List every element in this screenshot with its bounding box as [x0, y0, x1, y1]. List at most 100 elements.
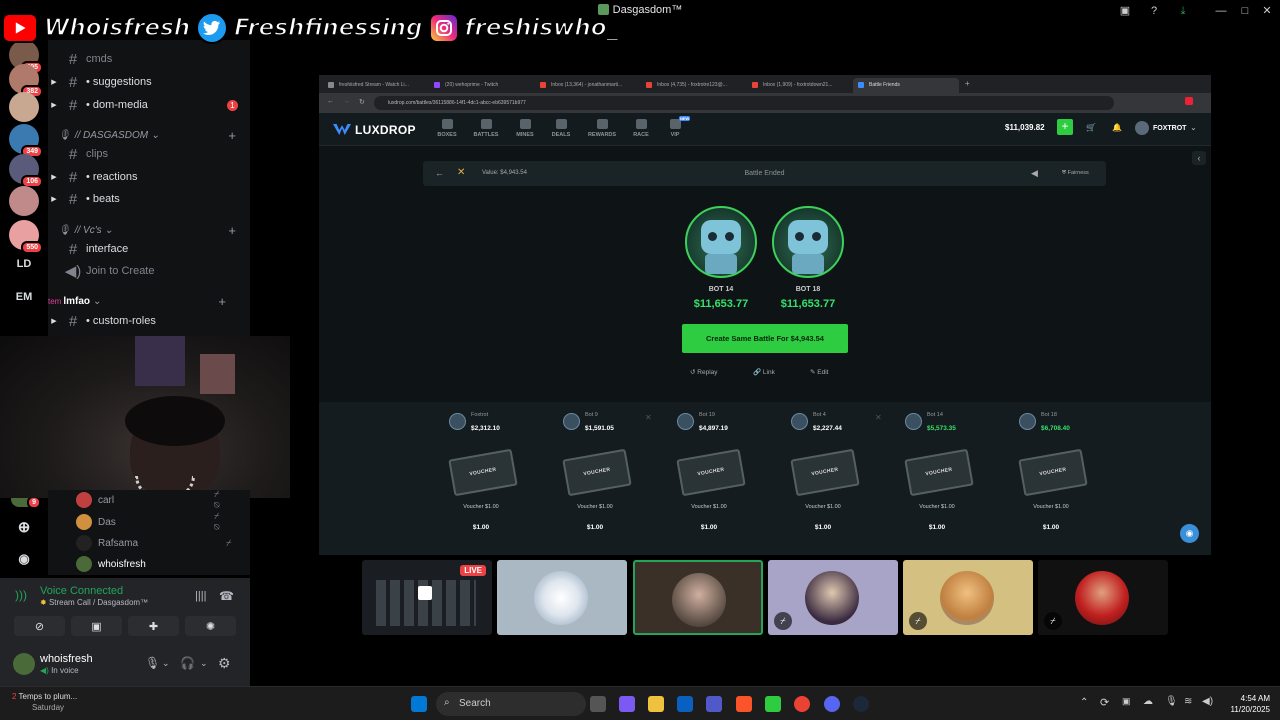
replay-button[interactable]: ↺ Replay	[690, 368, 718, 376]
add-channel-icon[interactable]: +	[228, 223, 236, 238]
server-ld[interactable]: LD	[0, 258, 48, 270]
settings-gear-icon[interactable]: ⚙	[218, 655, 231, 672]
stream-tile-participant[interactable]: ⌿	[903, 560, 1033, 635]
activities-button[interactable]: ✚	[128, 616, 179, 636]
bell-icon[interactable]: 🔔	[1112, 123, 1122, 132]
discover-icon[interactable]: ◉	[0, 551, 48, 567]
wifi-icon[interactable]: ≋	[1184, 696, 1192, 707]
nav-battles[interactable]: BATTLES	[466, 117, 506, 138]
cloud-icon[interactable]: ☁	[1143, 696, 1153, 707]
cart-icon[interactable]: 🛒	[1086, 123, 1096, 132]
file-explorer-icon[interactable]	[648, 696, 664, 712]
app-icon[interactable]	[765, 696, 781, 712]
edit-button[interactable]: ✎ Edit	[810, 368, 828, 376]
headphones-icon[interactable]: 🎧	[180, 656, 195, 670]
discord-icon[interactable]	[824, 696, 840, 712]
stream-tile-participant[interactable]: ⌿	[1038, 560, 1168, 635]
category-lmfao[interactable]: tem lmfao ⌄ +	[48, 293, 238, 309]
chevron-down-icon[interactable]: ⌄	[162, 658, 170, 669]
voice-member[interactable]: whoisfresh	[76, 554, 146, 574]
browser-tab[interactable]: (20) wehoprime - Twitch	[429, 78, 535, 93]
nav-boxes[interactable]: BOXES	[427, 117, 467, 138]
browser-tab-active[interactable]: Battle Friends	[853, 78, 959, 93]
add-server-icon[interactable]: ⊕	[0, 518, 48, 536]
help-chat-button[interactable]: ◉	[1180, 524, 1199, 543]
stream-tile-screen[interactable]: LIVE	[362, 560, 492, 635]
avatar[interactable]	[13, 653, 35, 675]
category-vcs[interactable]: 🎙// Vc's ⌄ +	[58, 222, 248, 238]
tray-chevron-icon[interactable]: ⌃	[1080, 697, 1088, 708]
brave-icon[interactable]	[736, 696, 752, 712]
inbox-icon[interactable]: ▣	[1116, 3, 1134, 19]
deposit-button[interactable]: +	[1057, 119, 1073, 135]
stream-tile-participant[interactable]	[497, 560, 627, 635]
close-button[interactable]: ✕	[1258, 3, 1276, 19]
channel-custom-roles[interactable]: ▶ # • custom-roles	[48, 311, 250, 331]
volume-icon[interactable]: ◀	[1031, 168, 1038, 179]
download-icon[interactable]: ⤓	[1174, 3, 1192, 19]
browser-tab[interactable]: Inbox (13,364) - jonathanmarti...	[535, 78, 641, 93]
channel-suggestions[interactable]: ▶ # • suggestions	[48, 72, 250, 92]
nav-deals[interactable]: DEALS	[541, 117, 581, 138]
category-dasgasdom[interactable]: 🎙// DASGASDOM ⌄ +	[58, 127, 248, 143]
noise-suppression-icon[interactable]: ||||	[195, 590, 206, 602]
server-icon[interactable]	[9, 186, 39, 216]
browser-tab[interactable]: Inbox (1,909) - foxtrotdown21...	[747, 78, 853, 93]
windows-start-icon[interactable]	[411, 696, 427, 712]
channel-interface[interactable]: # interface	[48, 239, 250, 259]
server-icon[interactable]: 349	[9, 124, 43, 158]
teams-icon[interactable]	[706, 696, 722, 712]
channel-cmds[interactable]: # cmds	[48, 49, 250, 69]
task-view-icon[interactable]	[590, 696, 606, 712]
tray-app-icon[interactable]: ▣	[1122, 696, 1131, 707]
taskbar-search[interactable]: ⌕ Search	[436, 692, 586, 716]
system-clock[interactable]: 4:54 AM 11/20/2025	[1220, 693, 1270, 715]
nav-mines[interactable]: MINES	[505, 117, 545, 138]
voice-member[interactable]: carl ⌿ ⍉	[76, 489, 219, 510]
server-icon[interactable]	[9, 92, 39, 122]
luxdrop-logo[interactable]: LUXDROP	[333, 123, 416, 137]
create-same-battle-button[interactable]: Create Same Battle For $4,943.54	[682, 324, 848, 353]
server-icon[interactable]: 106	[9, 154, 43, 188]
link-button[interactable]: 🔗 Link	[753, 368, 775, 376]
voice-member[interactable]: Das ⌿ ⍉	[76, 511, 219, 532]
nav-vip[interactable]: VIP NEW	[655, 116, 695, 138]
maximize-button[interactable]: □	[1236, 3, 1254, 19]
volume-icon[interactable]: ◀)	[1202, 696, 1213, 707]
chevron-down-icon[interactable]: ⌄	[200, 658, 208, 669]
disconnect-icon[interactable]: ☎	[219, 589, 234, 603]
reload-icon[interactable]: ↻	[359, 98, 365, 106]
sidebar-collapse-button[interactable]: ‹	[1192, 151, 1206, 165]
weather-notification[interactable]: 2 Temps to plum... Saturday	[12, 691, 77, 713]
fairness-button[interactable]: ⛨ Fairness	[1062, 170, 1089, 177]
channel-clips[interactable]: # clips	[48, 144, 250, 164]
store-icon[interactable]	[677, 696, 693, 712]
camera-toggle-button[interactable]: ⊘	[14, 616, 65, 636]
stream-tile-participant[interactable]: ⌿	[768, 560, 898, 635]
server-em[interactable]: EM	[0, 291, 48, 303]
add-channel-icon[interactable]: +	[228, 128, 236, 143]
microphone-icon[interactable]: 🎙	[1165, 696, 1178, 707]
minimize-button[interactable]: —	[1212, 3, 1230, 19]
url-field[interactable]: luxdrop.com/battles/36115886-14f1-4dc1-a…	[374, 96, 1114, 110]
back-icon[interactable]: ←	[327, 98, 334, 105]
help-icon[interactable]: ?	[1145, 3, 1163, 19]
chrome-icon[interactable]	[794, 696, 810, 712]
copilot-icon[interactable]	[619, 696, 635, 712]
screen-share-button[interactable]: ▣	[71, 616, 122, 636]
stream-tile-participant-speaking[interactable]	[633, 560, 763, 635]
extension-icon[interactable]	[1185, 97, 1193, 105]
channel-beats[interactable]: ▶ # • beats	[48, 189, 250, 209]
forward-icon[interactable]: →	[343, 98, 350, 105]
channel-join-to-create[interactable]: ◀) Join to Create	[48, 261, 250, 281]
channel-reactions[interactable]: ▶ # • reactions	[48, 167, 250, 187]
server-icon[interactable]: 382	[9, 64, 43, 98]
voice-member[interactable]: Rafsama ⌿	[76, 533, 231, 553]
microphone-icon[interactable]: 🎙	[145, 656, 160, 670]
tray-app-icon[interactable]: ⟳	[1100, 696, 1109, 709]
steam-icon[interactable]	[853, 696, 869, 712]
nav-rewards[interactable]: REWARDS	[582, 117, 622, 138]
browser-tab[interactable]: Inbox (4,735) - foxtrotre123@...	[641, 78, 747, 93]
server-icon[interactable]: 550	[9, 220, 43, 254]
user-menu[interactable]: FOXTROT ⌄	[1135, 121, 1196, 135]
